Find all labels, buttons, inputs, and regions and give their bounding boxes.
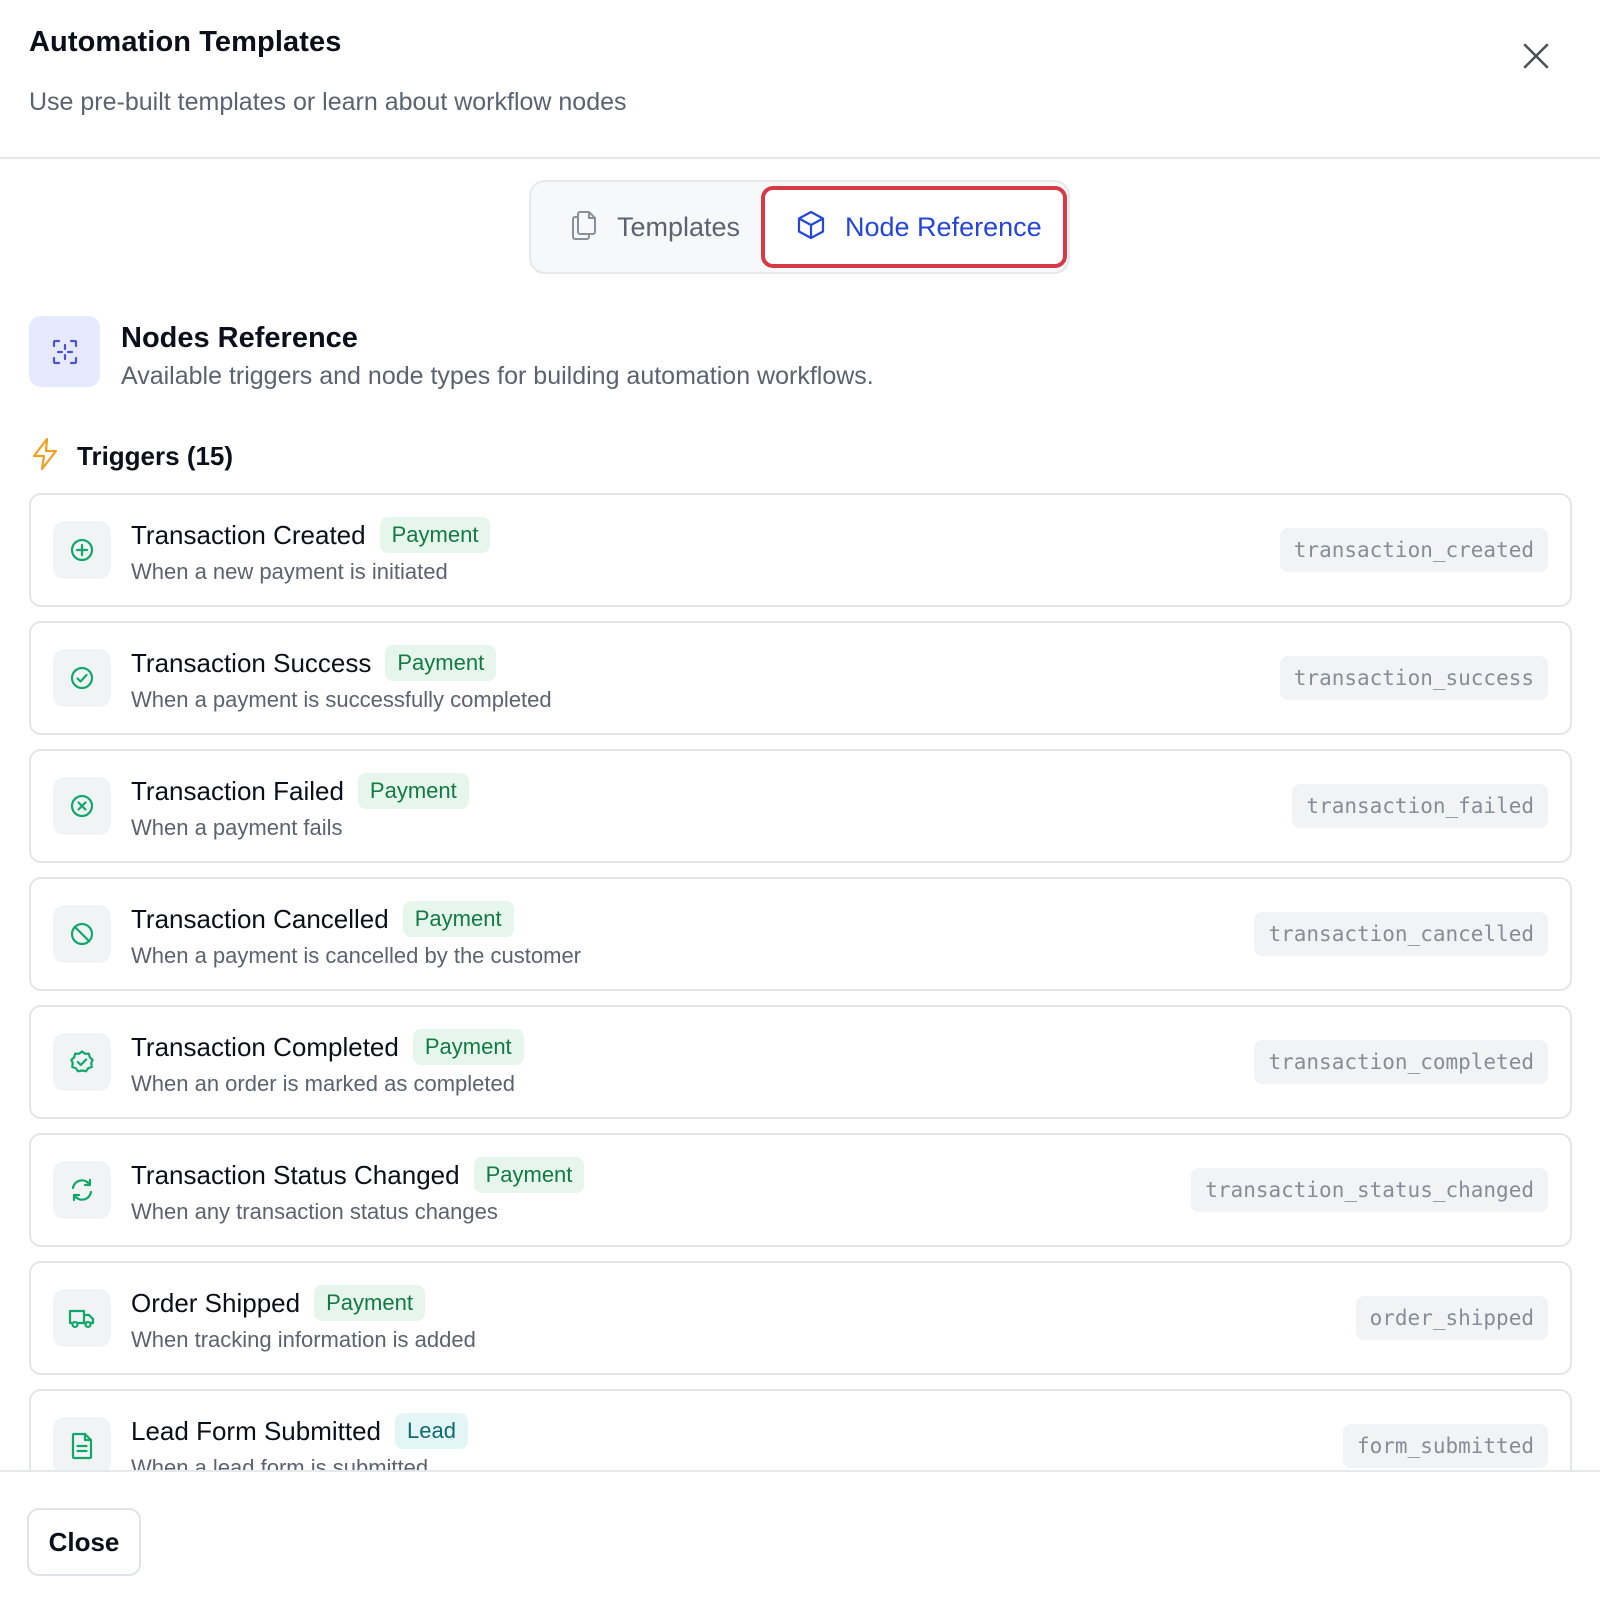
trigger-code: order_shipped xyxy=(1355,1296,1548,1340)
category-badge: Payment xyxy=(473,1157,585,1193)
trigger-name: Transaction Cancelled xyxy=(131,903,389,934)
cube-icon xyxy=(795,209,827,246)
dialog-title: Automation Templates xyxy=(29,26,342,58)
tab-templates-label: Templates xyxy=(617,211,741,242)
triggers-label: Triggers (15) xyxy=(77,440,234,471)
focus-icon xyxy=(29,316,100,387)
category-badge: Payment xyxy=(412,1029,524,1065)
trigger-name: Transaction Success xyxy=(131,647,372,678)
plus-circle-icon xyxy=(53,521,111,579)
trigger-description: When a new payment is initiated xyxy=(131,559,448,584)
list-item[interactable]: Transaction Status Changed Payment When … xyxy=(29,1133,1572,1247)
dialog-footer: Close xyxy=(0,1470,1600,1607)
trigger-name: Lead Form Submitted xyxy=(131,1415,382,1446)
category-badge: Lead xyxy=(395,1413,468,1449)
trigger-description: When a payment is cancelled by the custo… xyxy=(131,943,582,968)
triggers-list[interactable]: Transaction Created Payment When a new p… xyxy=(0,490,1600,1470)
nodes-reference-header: Nodes Reference Available triggers and n… xyxy=(29,316,1529,396)
list-item[interactable]: Transaction Success Payment When a payme… xyxy=(29,621,1572,735)
refresh-icon xyxy=(53,1161,111,1219)
list-item[interactable]: Order Shipped Payment When tracking info… xyxy=(29,1261,1572,1375)
trigger-code: transaction_completed xyxy=(1254,1040,1548,1084)
check-circle-icon xyxy=(53,649,111,707)
category-badge: Payment xyxy=(385,645,497,681)
triggers-heading: Triggers (15) xyxy=(29,436,233,476)
category-badge: Payment xyxy=(357,773,469,809)
section-title: Nodes Reference xyxy=(121,322,358,354)
copy-icon xyxy=(569,209,599,246)
list-item[interactable]: Transaction Cancelled Payment When a pay… xyxy=(29,877,1572,991)
x-circle-icon xyxy=(53,777,111,835)
trigger-code: transaction_failed xyxy=(1292,784,1548,828)
list-item[interactable]: Transaction Failed Payment When a paymen… xyxy=(29,749,1572,863)
trigger-description: When a payment is successfully completed xyxy=(131,687,552,712)
trigger-description: When a lead form is submitted xyxy=(131,1455,429,1470)
tab-node-reference-label: Node Reference xyxy=(845,211,1042,242)
trigger-code: transaction_created xyxy=(1279,528,1548,572)
dialog-header: Automation Templates Use pre-built templ… xyxy=(0,0,1600,159)
list-item[interactable]: Transaction Completed Payment When an or… xyxy=(29,1005,1572,1119)
trigger-code: form_submitted xyxy=(1342,1424,1548,1468)
lightning-icon xyxy=(29,436,61,477)
badge-check-icon xyxy=(53,1033,111,1091)
close-button[interactable]: Close xyxy=(27,1508,141,1576)
tab-list: Templates Node Reference xyxy=(529,180,1070,274)
truck-icon xyxy=(53,1289,111,1347)
close-icon[interactable] xyxy=(1518,38,1554,74)
trigger-description: When a payment fails xyxy=(131,815,343,840)
trigger-code: transaction_success xyxy=(1279,656,1548,700)
list-item[interactable]: Lead Form Submitted Lead When a lead for… xyxy=(29,1389,1572,1470)
tab-templates[interactable]: Templates xyxy=(531,186,760,268)
category-badge: Payment xyxy=(379,517,491,553)
trigger-code: transaction_cancelled xyxy=(1254,912,1548,956)
trigger-description: When any transaction status changes xyxy=(131,1199,498,1224)
dialog-subtitle: Use pre-built templates or learn about w… xyxy=(29,88,627,116)
tab-node-reference[interactable]: Node Reference xyxy=(761,186,1067,268)
category-badge: Payment xyxy=(314,1285,425,1321)
file-text-icon xyxy=(53,1417,111,1470)
trigger-name: Order Shipped xyxy=(131,1287,301,1318)
trigger-name: Transaction Completed xyxy=(131,1031,399,1062)
list-item[interactable]: Transaction Created Payment When a new p… xyxy=(29,493,1572,607)
ban-icon xyxy=(53,905,111,963)
trigger-name: Transaction Failed xyxy=(131,775,344,806)
trigger-name: Transaction Created xyxy=(131,519,366,550)
trigger-description: When tracking information is added xyxy=(131,1327,476,1352)
category-badge: Payment xyxy=(402,901,514,937)
section-description: Available triggers and node types for bu… xyxy=(121,362,874,390)
trigger-code: transaction_status_changed xyxy=(1191,1168,1548,1212)
trigger-description: When an order is marked as completed xyxy=(131,1071,515,1096)
trigger-name: Transaction Status Changed xyxy=(131,1159,460,1190)
